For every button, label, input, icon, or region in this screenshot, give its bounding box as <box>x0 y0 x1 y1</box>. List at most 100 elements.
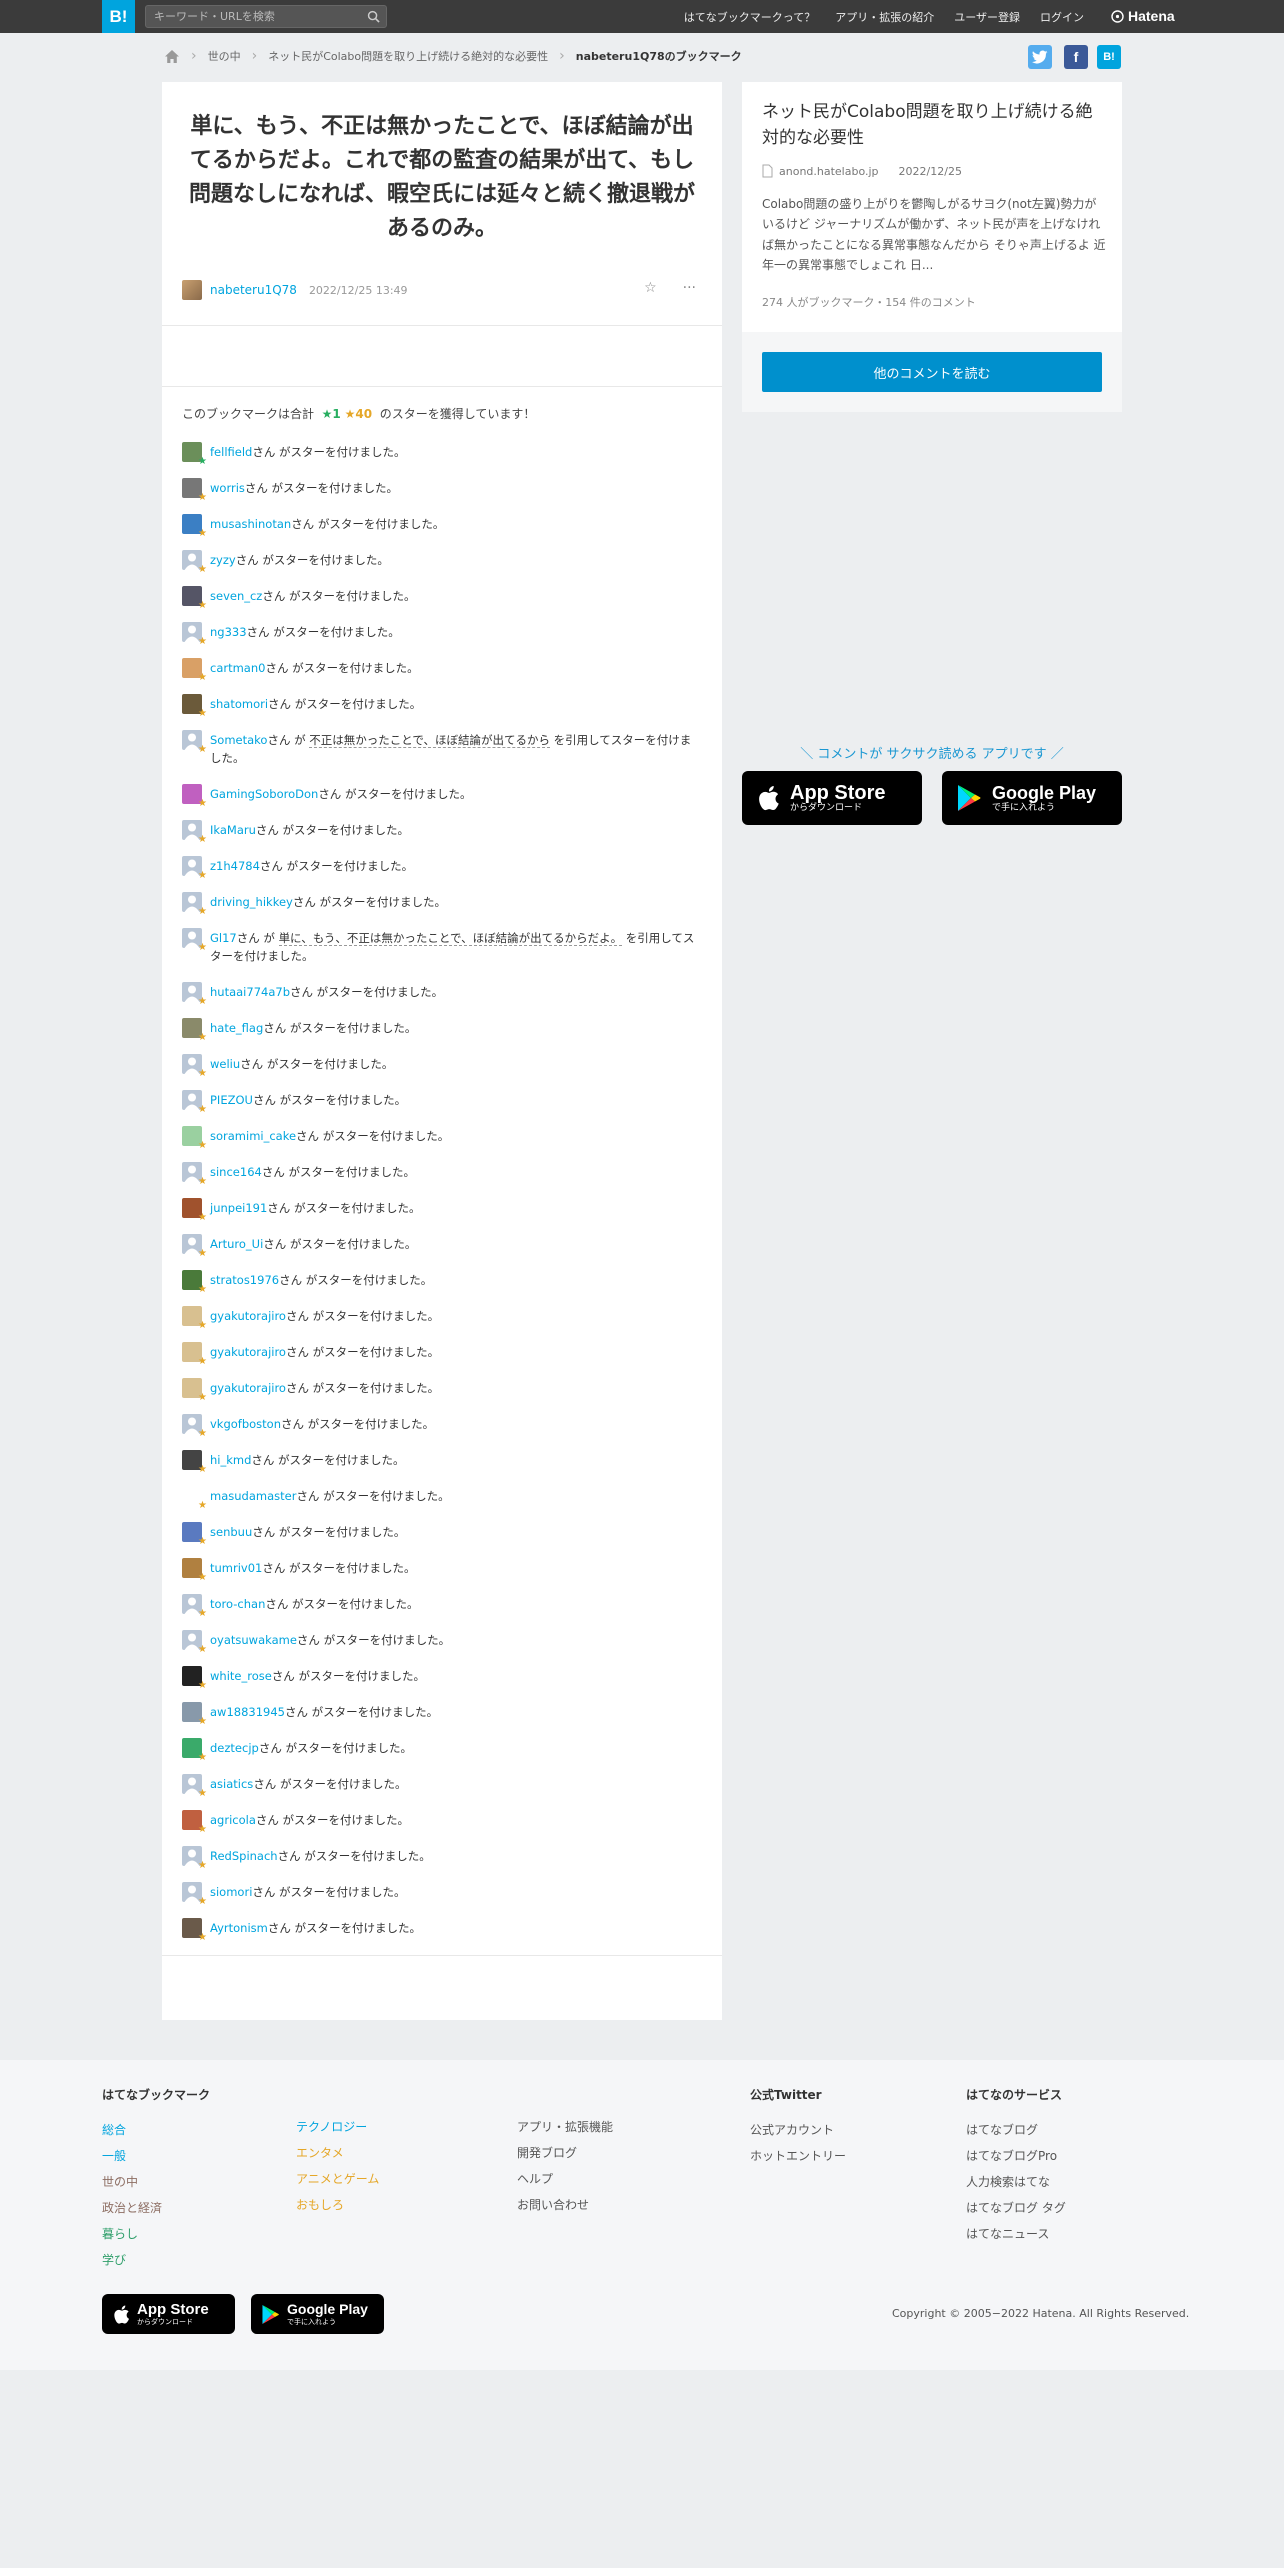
avatar[interactable]: ★ <box>182 1378 207 1403</box>
star-user-link[interactable]: GamingSoboroDon <box>210 787 318 801</box>
add-star-icon[interactable]: ☆ <box>644 280 657 296</box>
star-user-link[interactable]: gyakutorajiro <box>210 1345 286 1359</box>
avatar[interactable]: ★ <box>182 928 207 953</box>
entry-title[interactable]: ネット民がColabo問題を取り上げ続ける絶対的な必要性 <box>762 100 1107 151</box>
star-user-link[interactable]: since164 <box>210 1165 262 1179</box>
footer-category-link[interactable]: アニメとゲーム <box>296 2166 379 2192</box>
home-icon[interactable] <box>164 49 180 64</box>
avatar[interactable]: ★ <box>182 622 207 647</box>
avatar[interactable]: ★ <box>182 1774 207 1799</box>
star-user-link[interactable]: RedSpinach <box>210 1849 278 1863</box>
star-user-link[interactable]: deztecjp <box>210 1741 259 1755</box>
footer-app-store-button[interactable]: App Store からダウンロード <box>102 2294 235 2334</box>
avatar[interactable]: ★ <box>182 1882 207 1907</box>
avatar[interactable]: ★ <box>182 982 207 1007</box>
avatar[interactable]: ★ <box>182 442 207 467</box>
avatar[interactable]: ★ <box>182 1234 207 1259</box>
footer-category-link[interactable]: 一般 <box>102 2143 210 2169</box>
footer-link[interactable]: 開発ブログ <box>517 2140 613 2166</box>
hatena-bookmark-logo[interactable]: B! <box>102 0 135 33</box>
star-user-link[interactable]: white_rose <box>210 1669 272 1683</box>
star-user-link[interactable]: vkgofboston <box>210 1417 281 1431</box>
star-user-link[interactable]: driving_hikkey <box>210 895 293 909</box>
star-user-link[interactable]: seven_cz <box>210 589 262 603</box>
bookmark-user[interactable]: nabeteru1Q78 <box>210 283 297 297</box>
avatar[interactable]: ★ <box>182 550 207 575</box>
nav-register[interactable]: ユーザー登録 <box>954 9 1020 25</box>
star-user-link[interactable]: gyakutorajiro <box>210 1309 286 1323</box>
footer-service-link[interactable]: はてなニュース <box>966 2221 1066 2247</box>
avatar[interactable]: ★ <box>182 1486 207 1511</box>
star-user-link[interactable]: masudamaster <box>210 1489 296 1503</box>
star-user-link[interactable]: ng333 <box>210 625 247 639</box>
star-user-link[interactable]: asiatics <box>210 1777 253 1791</box>
avatar[interactable]: ★ <box>182 1162 207 1187</box>
avatar[interactable]: ★ <box>182 1306 207 1331</box>
footer-category-link[interactable]: テクノロジー <box>296 2114 379 2140</box>
star-user-link[interactable]: PIEZOU <box>210 1093 253 1107</box>
breadcrumb-category[interactable]: 世の中 <box>208 48 241 64</box>
star-user-link[interactable]: junpei191 <box>210 1201 267 1215</box>
avatar[interactable]: ★ <box>182 1630 207 1655</box>
star-user-link[interactable]: hi_kmd <box>210 1453 251 1467</box>
more-options-icon[interactable]: ··· <box>683 280 696 296</box>
footer-service-link[interactable]: はてなブログPro <box>966 2143 1066 2169</box>
avatar[interactable]: ★ <box>182 694 207 719</box>
footer-google-play-button[interactable]: Google Play で手に入れよう <box>251 2294 384 2334</box>
star-user-link[interactable]: siomori <box>210 1885 252 1899</box>
nav-apps[interactable]: アプリ・拡張の紹介 <box>835 9 934 25</box>
avatar[interactable]: ★ <box>182 784 207 809</box>
star-user-link[interactable]: z1h4784 <box>210 859 260 873</box>
star-user-link[interactable]: IkaMaru <box>210 823 256 837</box>
avatar[interactable]: ★ <box>182 1414 207 1439</box>
google-play-button[interactable]: Google Play で手に入れよう <box>942 771 1122 825</box>
star-user-link[interactable]: hate_flag <box>210 1021 263 1035</box>
star-user-link[interactable]: Gl17 <box>210 931 237 945</box>
avatar[interactable]: ★ <box>182 1594 207 1619</box>
avatar[interactable]: ★ <box>182 1810 207 1835</box>
star-user-link[interactable]: soramimi_cake <box>210 1129 296 1143</box>
avatar[interactable]: ★ <box>182 892 207 917</box>
star-user-link[interactable]: Ayrtonism <box>210 1921 268 1935</box>
avatar[interactable]: ★ <box>182 856 207 881</box>
entry-domain[interactable]: anond.hatelabo.jp <box>779 165 879 178</box>
avatar[interactable]: ★ <box>182 730 207 755</box>
avatar[interactable]: ★ <box>182 1702 207 1727</box>
star-user-link[interactable]: worris <box>210 481 245 495</box>
footer-link[interactable]: アプリ・拡張機能 <box>517 2114 613 2140</box>
avatar[interactable]: ★ <box>182 514 207 539</box>
avatar[interactable]: ★ <box>182 1090 207 1115</box>
footer-twitter-link[interactable]: 公式アカウント <box>750 2117 846 2143</box>
avatar[interactable] <box>182 280 202 300</box>
avatar[interactable]: ★ <box>182 478 207 503</box>
footer-category-link[interactable]: 総合 <box>102 2117 210 2143</box>
avatar[interactable]: ★ <box>182 1522 207 1547</box>
star-user-link[interactable]: toro-chan <box>210 1597 265 1611</box>
footer-category-link[interactable]: エンタメ <box>296 2140 379 2166</box>
search-box[interactable] <box>145 5 387 28</box>
star-user-link[interactable]: gyakutorajiro <box>210 1381 286 1395</box>
star-user-link[interactable]: tumriv01 <box>210 1561 262 1575</box>
star-user-link[interactable]: weliu <box>210 1057 240 1071</box>
footer-category-link[interactable]: 暮らし <box>102 2221 210 2247</box>
avatar[interactable]: ★ <box>182 1666 207 1691</box>
breadcrumb-entry[interactable]: ネット民がColabo問題を取り上げ続ける絶対的な必要性 <box>268 48 548 64</box>
footer-category-link[interactable]: おもしろ <box>296 2192 379 2218</box>
avatar[interactable]: ★ <box>182 1054 207 1079</box>
star-user-link[interactable]: aw18831945 <box>210 1705 285 1719</box>
star-user-link[interactable]: zyzy <box>210 553 236 567</box>
avatar[interactable]: ★ <box>182 1342 207 1367</box>
avatar[interactable]: ★ <box>182 820 207 845</box>
star-user-link[interactable]: oyatsuwakame <box>210 1633 297 1647</box>
hatena-share-button[interactable]: B! <box>1097 45 1121 69</box>
avatar[interactable]: ★ <box>182 586 207 611</box>
footer-service-link[interactable]: 人力検索はてな <box>966 2169 1066 2195</box>
footer-twitter-link[interactable]: ホットエントリー <box>750 2143 846 2169</box>
search-icon[interactable] <box>367 10 380 23</box>
star-user-link[interactable]: musashinotan <box>210 517 291 531</box>
star-user-link[interactable]: senbuu <box>210 1525 252 1539</box>
footer-link[interactable]: お問い合わせ <box>517 2192 613 2218</box>
avatar[interactable]: ★ <box>182 1018 207 1043</box>
app-store-button[interactable]: App Store からダウンロード <box>742 771 922 825</box>
footer-category-link[interactable]: 学び <box>102 2247 210 2273</box>
